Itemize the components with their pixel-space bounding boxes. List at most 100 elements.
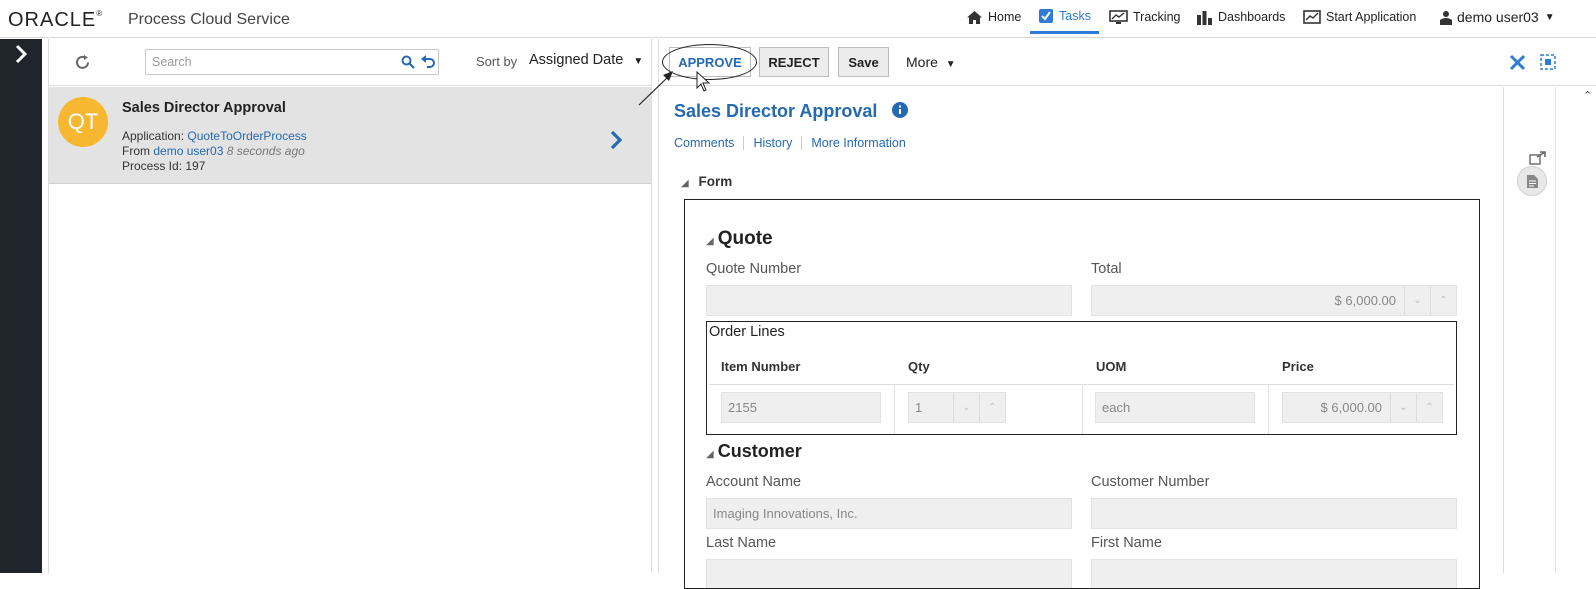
detail-toolbar: APPROVE REJECT Save More ▼: [659, 39, 1596, 86]
quote-section-header[interactable]: ◢ Quote: [706, 228, 773, 250]
nav-tasks[interactable]: Tasks: [1030, 0, 1099, 34]
nav-tasks-label: Tasks: [1059, 8, 1091, 23]
total-field[interactable]: $ 6,000.00 ⌄ ⌃: [1091, 285, 1457, 316]
first-name-field[interactable]: [1091, 559, 1457, 588]
price-field[interactable]: $ 6,000.00 ⌄ ⌃: [1282, 392, 1443, 423]
expand-rail-icon[interactable]: [14, 43, 28, 65]
chevron-down-icon: ▼: [945, 59, 956, 70]
task-list-toolbar: Search Sort by Assigned Date ▼: [49, 39, 651, 86]
nav-tracking[interactable]: Tracking: [1109, 0, 1180, 34]
home-icon: [967, 10, 982, 24]
avatar: QT: [58, 97, 108, 147]
increment-icon[interactable]: ⌃: [979, 393, 1005, 422]
nav-home-label: Home: [988, 10, 1022, 24]
decrement-icon[interactable]: ⌄: [953, 393, 979, 422]
maximize-icon[interactable]: [1540, 54, 1556, 70]
mouse-cursor-icon: [696, 71, 711, 92]
col-uom: UOM: [1096, 359, 1127, 374]
side-divider: [1503, 87, 1504, 573]
sort-by-label: Sort by: [476, 54, 518, 69]
task-list-pane: Search Sort by Assigned Date ▼ QT Sales …: [48, 39, 652, 573]
search-input[interactable]: Search: [145, 49, 439, 75]
col-price: Price: [1282, 359, 1314, 374]
qty-value: 1: [915, 400, 923, 415]
increment-icon[interactable]: ⌃: [1430, 286, 1456, 315]
info-icon[interactable]: [892, 102, 909, 118]
customer-number-field[interactable]: [1091, 498, 1457, 529]
nav-tracking-label: Tracking: [1133, 10, 1181, 24]
last-name-field[interactable]: [706, 559, 1072, 588]
tab-more-information[interactable]: More Information: [801, 136, 914, 150]
col-divider: [894, 384, 895, 434]
chevron-right-icon[interactable]: [609, 129, 624, 151]
undo-icon[interactable]: [420, 54, 436, 69]
reject-button[interactable]: REJECT: [759, 47, 829, 77]
nav-start-application-label: Start Application: [1326, 10, 1417, 24]
more-label: More: [906, 54, 938, 70]
col-item-number: Item Number: [721, 359, 801, 374]
account-name-label: Account Name: [706, 474, 802, 490]
search-icon[interactable]: [401, 55, 415, 69]
task-from: From demo user03 8 seconds ago: [122, 144, 305, 158]
col-divider: [1082, 384, 1083, 434]
refresh-icon[interactable]: [74, 54, 91, 71]
tab-history[interactable]: History: [743, 136, 801, 150]
detail-tabs: Comments History More Information: [674, 136, 915, 150]
nav-home[interactable]: Home: [966, 0, 1021, 34]
document-icon: [1527, 175, 1538, 188]
task-application: Application: QuoteToOrderProcess: [122, 129, 307, 143]
application-link[interactable]: QuoteToOrderProcess: [187, 129, 306, 143]
user-icon: [1440, 10, 1452, 25]
total-label: Total: [1091, 261, 1122, 277]
increment-icon[interactable]: ⌃: [1416, 393, 1442, 422]
quote-number-field[interactable]: [706, 285, 1072, 316]
form-section-header[interactable]: ◢ Form: [681, 174, 732, 189]
dashboards-icon: [1197, 10, 1212, 25]
sort-value: Assigned Date: [529, 52, 624, 68]
customer-number-label: Customer Number: [1091, 474, 1210, 490]
sort-dropdown[interactable]: Assigned Date ▼: [529, 52, 643, 68]
from-user-link[interactable]: demo user03: [153, 144, 223, 158]
top-bar: ORACLE® Process Cloud Service Home Tasks…: [0, 0, 1596, 38]
save-button[interactable]: Save: [838, 47, 889, 77]
task-detail-pane: APPROVE REJECT Save More ▼ Sales Directo…: [638, 39, 1596, 589]
col-divider: [1268, 384, 1269, 434]
customer-section-header[interactable]: ◢ Customer: [706, 441, 802, 462]
task-time: 8 seconds ago: [226, 144, 305, 158]
form-container: ◢ Quote Quote Number Total $ 6,000.00 ⌄ ⌃…: [684, 199, 1480, 589]
last-name-label: Last Name: [706, 535, 777, 551]
task-title: Sales Director Approval: [122, 100, 286, 116]
account-name-field[interactable]: Imaging Innovations, Inc.: [706, 498, 1072, 529]
col-qty: Qty: [908, 359, 930, 374]
nav-start-application[interactable]: Start Application: [1303, 0, 1416, 34]
expand-icon[interactable]: [1529, 151, 1547, 165]
tracking-icon: [1109, 9, 1128, 24]
task-list-item[interactable]: QT Sales Director Approval Application: …: [49, 87, 651, 184]
order-lines-table: Order Lines Item Number Qty UOM Price 21…: [706, 321, 1457, 435]
left-rail: [0, 39, 42, 573]
collapse-triangle-icon: ◢: [706, 236, 714, 247]
scroll-up-icon[interactable]: ⌃: [1583, 89, 1592, 102]
search-placeholder: Search: [152, 55, 192, 69]
start-application-icon: [1303, 9, 1321, 24]
nav-dashboards-label: Dashboards: [1218, 10, 1286, 24]
nav-dashboards[interactable]: Dashboards: [1196, 0, 1285, 34]
document-button[interactable]: [1517, 166, 1547, 196]
tab-comments[interactable]: Comments: [674, 136, 743, 150]
tasks-icon: [1039, 8, 1053, 23]
decrement-icon[interactable]: ⌄: [1390, 393, 1416, 422]
collapse-triangle-icon: ◢: [706, 449, 714, 460]
user-name: demo user03: [1457, 9, 1539, 25]
total-value: $ 6,000.00: [1334, 293, 1396, 308]
qty-field[interactable]: 1 ⌄ ⌃: [908, 392, 1006, 423]
item-number-field[interactable]: 2155: [721, 392, 881, 423]
decrement-icon[interactable]: ⌄: [1404, 286, 1430, 315]
close-icon[interactable]: [1509, 54, 1526, 71]
oracle-logo: ORACLE®: [8, 9, 104, 31]
more-menu[interactable]: More ▼: [906, 54, 956, 70]
scrollbar[interactable]: ⌃: [1555, 87, 1596, 573]
uom-field[interactable]: each: [1095, 392, 1255, 423]
chevron-down-icon: ▼: [1544, 11, 1555, 23]
task-process-id: Process Id: 197: [122, 159, 206, 173]
user-menu[interactable]: demo user03 ▼: [1440, 0, 1555, 34]
